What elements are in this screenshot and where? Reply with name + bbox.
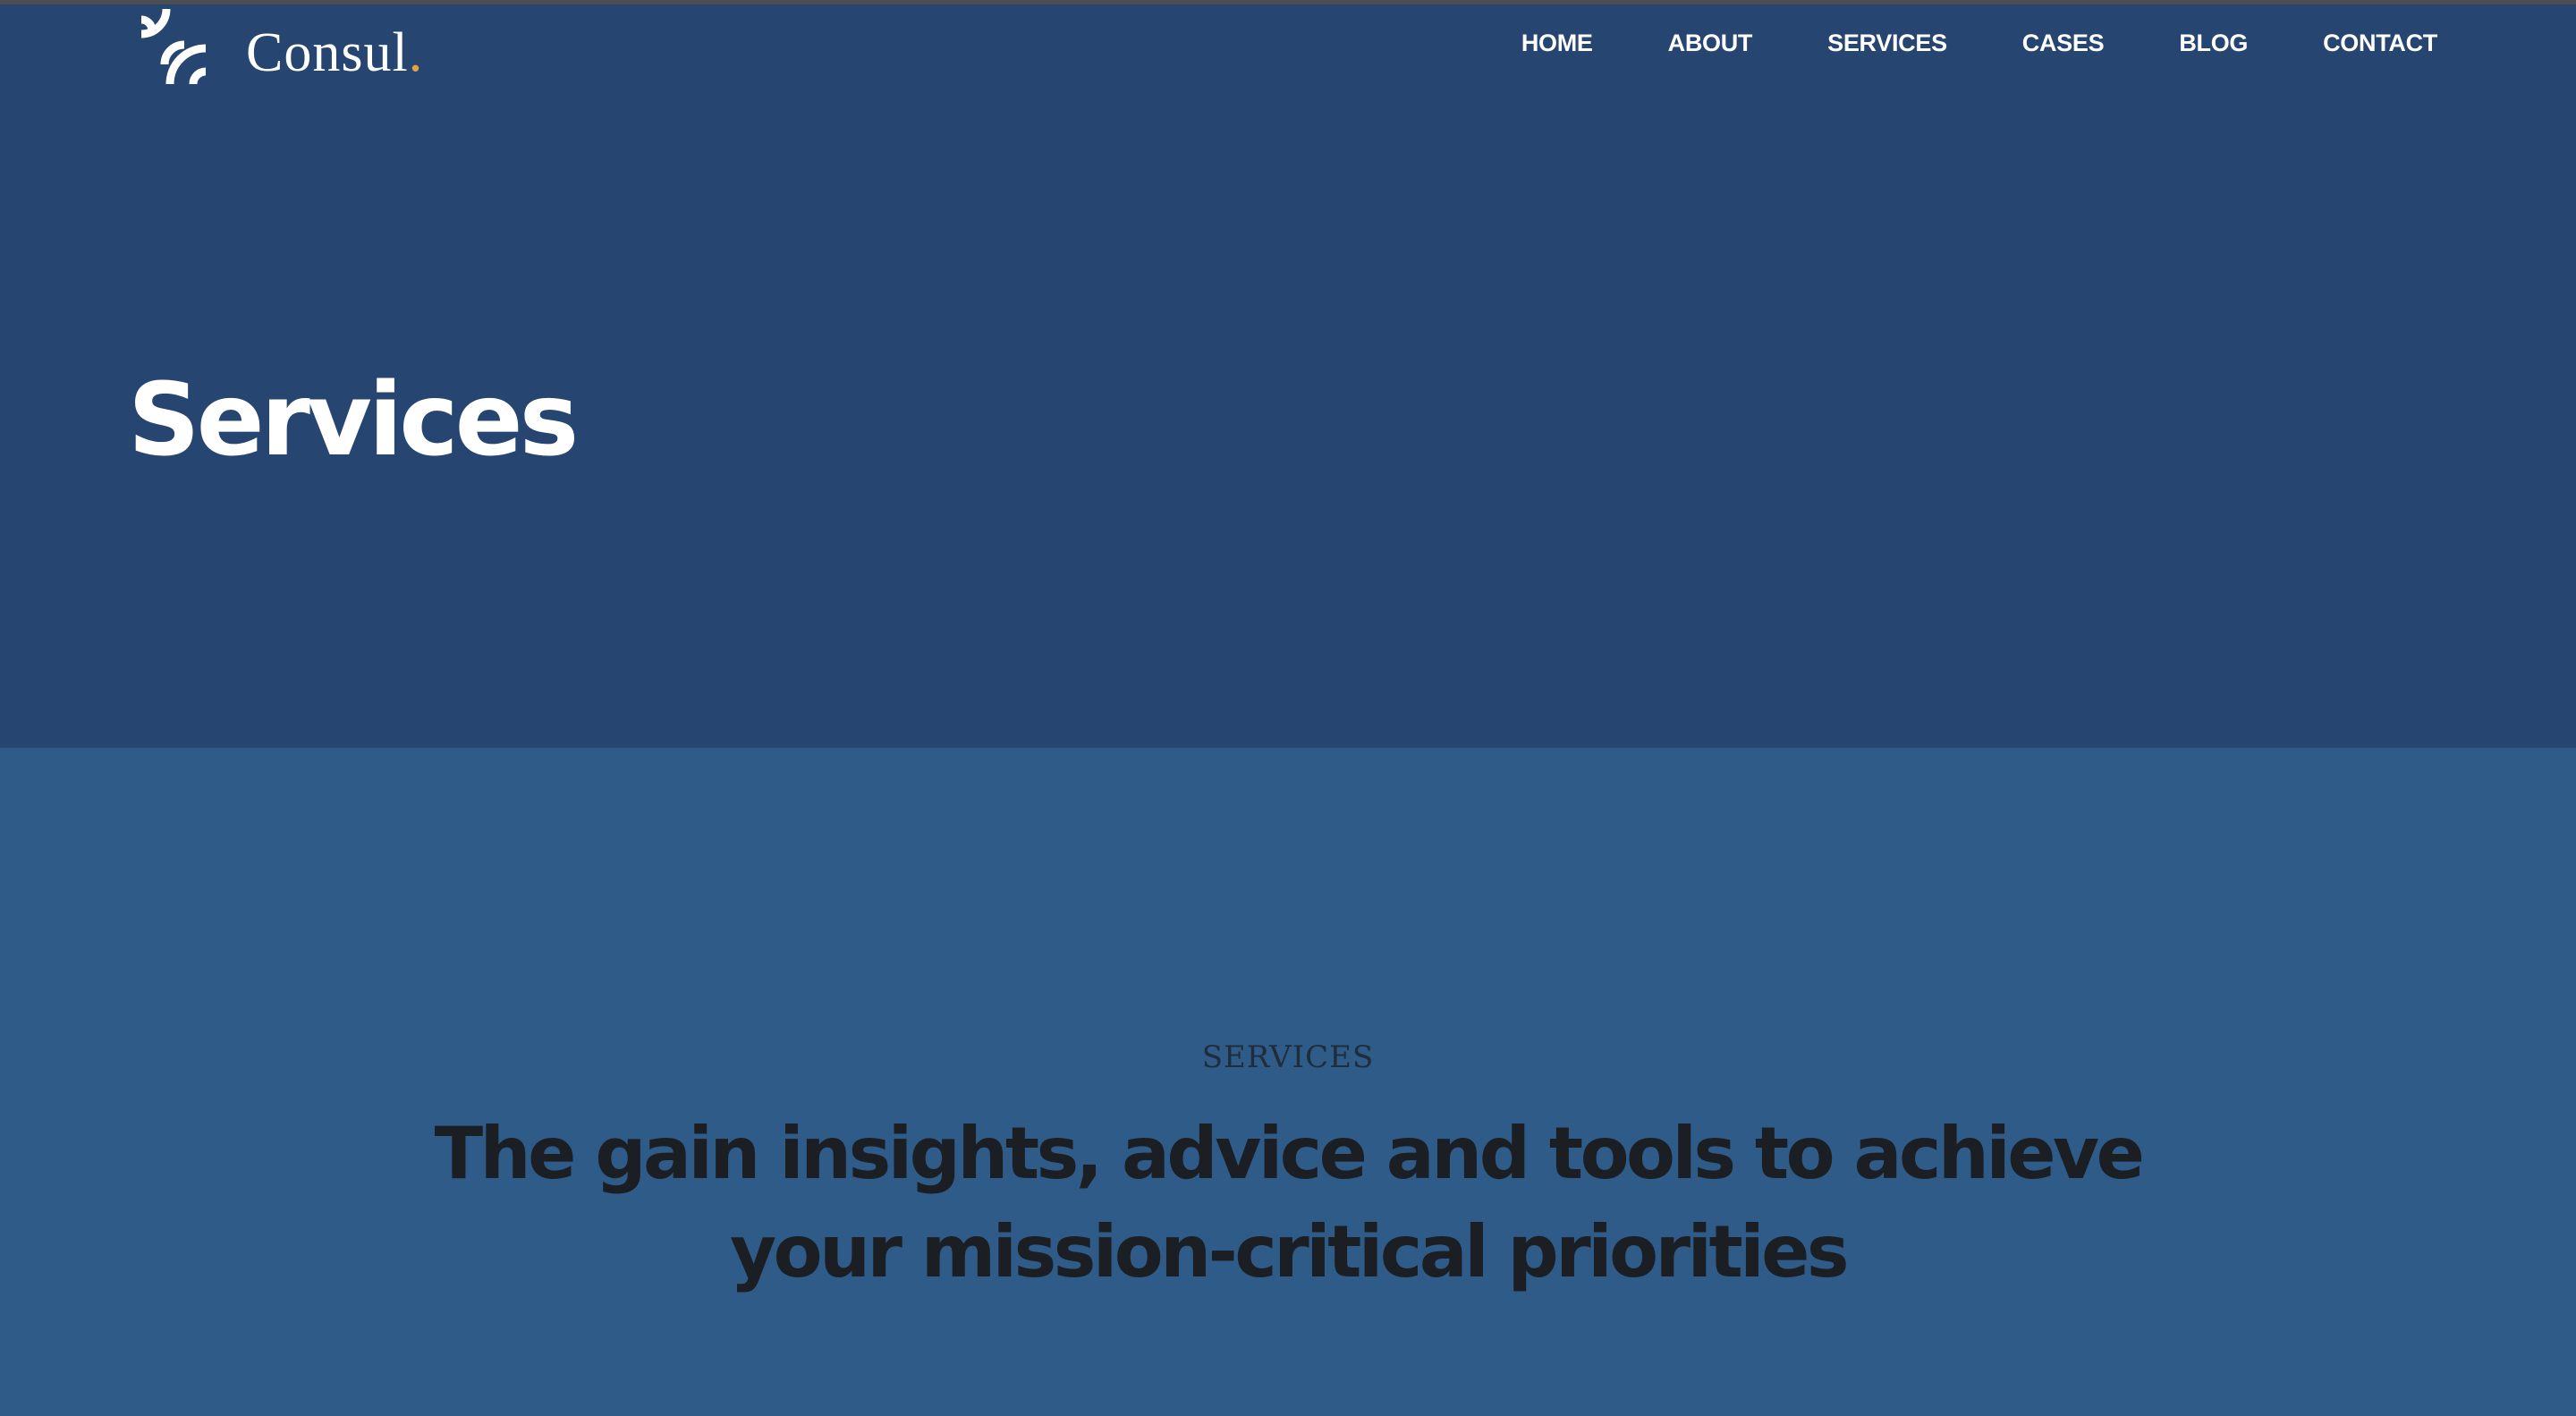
brand-logo-link[interactable]: Consul. [134,9,423,89]
section-eyebrow: SERVICES [1201,1039,1375,1075]
nav-cases[interactable]: CASES [2022,30,2105,57]
signal-waves-icon [140,9,207,85]
site-header: Consul. HOME ABOUT SERVICES CASES BLOG C… [0,4,2576,94]
nav-about[interactable]: ABOUT [1668,30,1753,57]
services-section [0,748,2576,1416]
nav-services[interactable]: SERVICES [1827,30,1947,57]
brand-dot: . [408,21,424,83]
main-nav: HOME ABOUT SERVICES CASES BLOG CONTACT [1446,30,2437,57]
nav-contact[interactable]: CONTACT [2323,30,2437,57]
nav-home[interactable]: HOME [1521,30,1593,57]
nav-blog[interactable]: BLOG [2179,30,2248,57]
brand-name: Consul. [246,21,424,83]
page-title: Services [128,362,579,479]
section-heading: The gain insights, advice and tools to a… [434,1112,2145,1293]
